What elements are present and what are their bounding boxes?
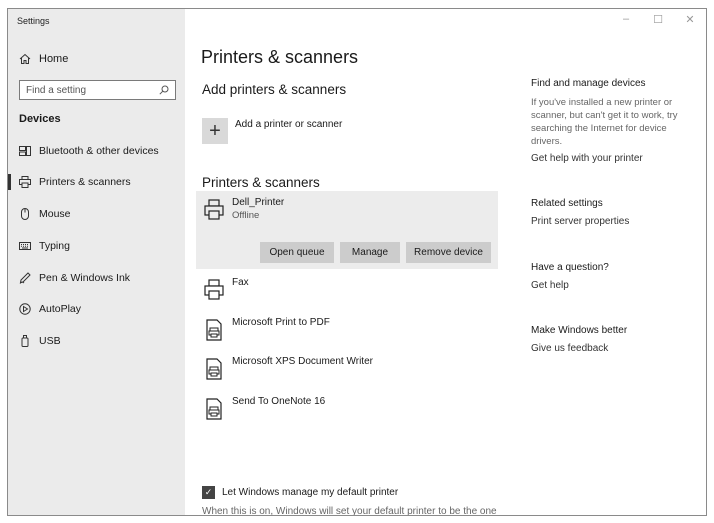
sidebar-item-printers[interactable]: Printers & scanners — [8, 170, 185, 194]
pen-icon — [19, 272, 31, 284]
sidebar-item-label: Mouse — [39, 208, 71, 220]
sidebar-item-mouse[interactable]: Mouse — [8, 202, 185, 226]
windows-better-heading: Make Windows better — [531, 325, 628, 336]
default-printer-label: Let Windows manage my default printer — [222, 487, 399, 498]
home-icon — [19, 53, 31, 64]
sidebar-item-label: Bluetooth & other devices — [39, 145, 159, 157]
device-item-dell-printer[interactable]: Dell_Printer Offline — [204, 197, 494, 225]
device-item-xps-writer[interactable]: Microsoft XPS Document Writer — [204, 356, 494, 384]
window-controls: – ☐ ✕ — [620, 13, 696, 26]
document-printer-icon — [206, 398, 222, 420]
home-label: Home — [39, 53, 69, 65]
device-item-onenote[interactable]: Send To OneNote 16 — [204, 396, 494, 424]
page-title: Printers & scanners — [201, 47, 359, 67]
device-status: Offline — [232, 210, 260, 221]
app-title: Settings — [17, 16, 50, 26]
printer-icon — [204, 199, 224, 220]
settings-window: Settings Home Devices Bluetooth & other … — [7, 8, 707, 516]
sidebar-item-usb[interactable]: USB — [8, 329, 185, 353]
sidebar-item-label: Typing — [39, 240, 70, 252]
device-name: Microsoft XPS Document Writer — [232, 356, 373, 367]
open-queue-button[interactable]: Open queue — [260, 242, 334, 263]
device-item-print-to-pdf[interactable]: Microsoft Print to PDF — [204, 317, 494, 345]
sidebar-item-typing[interactable]: Typing — [8, 234, 185, 258]
print-server-properties-link[interactable]: Print server properties — [531, 216, 629, 227]
document-printer-icon — [206, 358, 222, 380]
sidebar-item-pen[interactable]: Pen & Windows Ink — [8, 266, 185, 290]
device-item-fax[interactable]: Fax — [204, 277, 494, 305]
keyboard-speaker-icon — [19, 146, 31, 156]
feedback-link[interactable]: Give us feedback — [531, 343, 608, 354]
maximize-button[interactable]: ☐ — [652, 13, 664, 26]
manage-button[interactable]: Manage — [340, 242, 400, 263]
search-box[interactable] — [19, 80, 176, 100]
search-icon[interactable] — [159, 85, 169, 95]
printer-icon — [19, 176, 31, 188]
search-input[interactable] — [26, 84, 151, 96]
sidebar-item-label: AutoPlay — [39, 303, 82, 315]
default-printer-checkbox[interactable]: ✓ — [202, 486, 215, 499]
sidebar-item-label: USB — [39, 335, 61, 347]
sidebar: Settings Home Devices Bluetooth & other … — [8, 9, 185, 515]
device-name: Microsoft Print to PDF — [232, 317, 330, 328]
printer-icon — [204, 279, 224, 300]
mouse-icon — [21, 208, 29, 220]
add-printer-label[interactable]: Add a printer or scanner — [235, 119, 342, 130]
add-printers-heading: Add printers & scanners — [202, 82, 347, 97]
find-devices-heading: Find and manage devices — [531, 78, 646, 89]
autoplay-icon — [19, 303, 31, 315]
default-printer-description: When this is on, Windows will set your d… — [202, 506, 497, 516]
device-name: Dell_Printer — [232, 197, 285, 208]
printers-list-heading: Printers & scanners — [202, 175, 320, 190]
sidebar-item-autoplay[interactable]: AutoPlay — [8, 297, 185, 321]
minimize-button[interactable]: – — [620, 13, 632, 26]
related-settings-heading: Related settings — [531, 198, 603, 209]
usb-icon — [21, 335, 29, 347]
device-name: Fax — [232, 277, 249, 288]
device-name: Send To OneNote 16 — [232, 396, 326, 407]
document-printer-icon — [206, 319, 222, 341]
add-printer-button[interactable]: + — [202, 118, 228, 144]
sidebar-item-home[interactable]: Home — [8, 49, 185, 69]
find-devices-text: If you've installed a new printer or sca… — [531, 97, 678, 147]
get-help-printer-link[interactable]: Get help with your printer — [531, 153, 643, 164]
sidebar-item-label: Pen & Windows Ink — [39, 272, 131, 284]
get-help-link[interactable]: Get help — [531, 280, 569, 291]
sidebar-item-label: Printers & scanners — [39, 176, 131, 188]
default-printer-option[interactable]: ✓ Let Windows manage my default printer — [202, 486, 398, 499]
remove-device-button[interactable]: Remove device — [406, 242, 491, 263]
sidebar-item-bluetooth[interactable]: Bluetooth & other devices — [8, 139, 185, 163]
section-heading-devices: Devices — [19, 113, 61, 125]
question-heading: Have a question? — [531, 262, 609, 273]
checkmark-icon: ✓ — [204, 487, 213, 497]
plus-icon: + — [209, 120, 221, 142]
keyboard-icon — [19, 242, 31, 250]
close-button[interactable]: ✕ — [684, 13, 696, 26]
